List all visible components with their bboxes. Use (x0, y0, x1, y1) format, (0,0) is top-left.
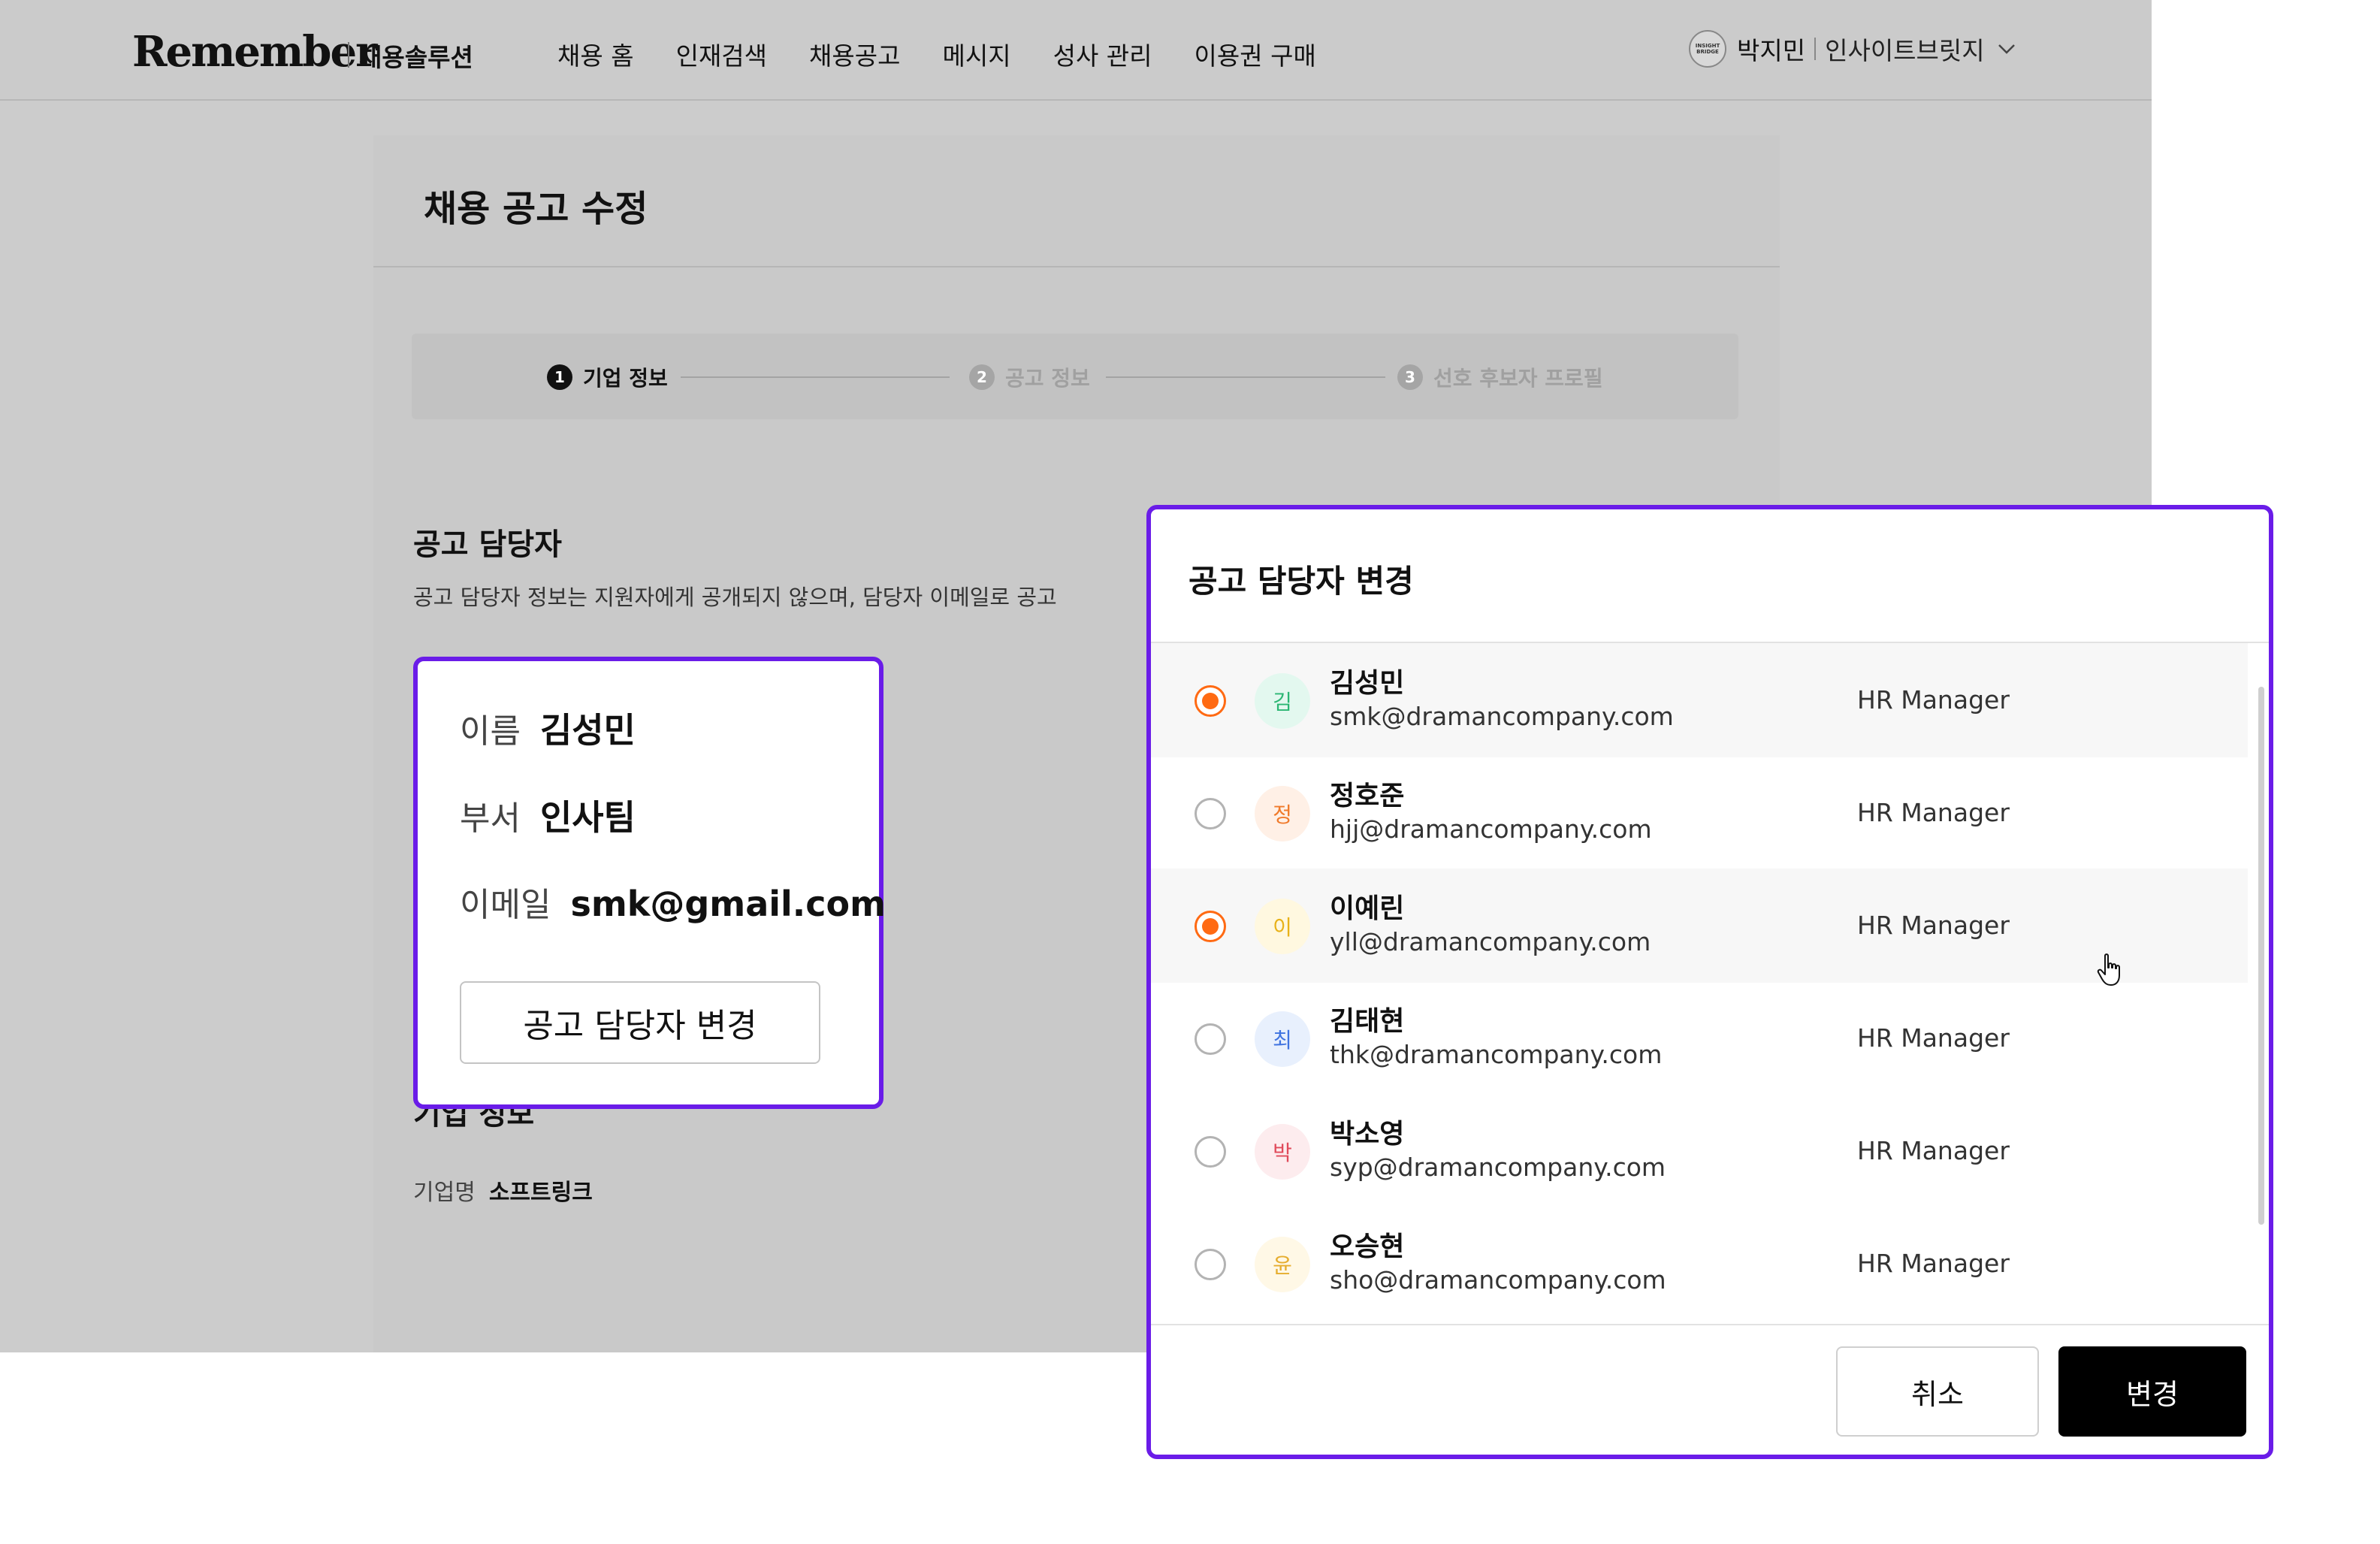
user-menu[interactable]: INSIGHT BRIDGE 박지민 인사이트브릿지 (1689, 30, 2016, 68)
top-navigation-bar: Remember 채용솔루션 채용 홈 인재검색 채용공고 메시지 성사 관리 … (0, 0, 2152, 101)
avatar: 박 (1255, 1124, 1310, 1180)
avatar: 최 (1255, 1011, 1310, 1067)
company-avatar: INSIGHT BRIDGE (1689, 30, 1726, 68)
title-divider (373, 266, 1780, 267)
name-value: 김성민 (539, 710, 636, 751)
dept-value: 인사팀 (539, 797, 636, 838)
nav-item-recruit-home[interactable]: 채용 홈 (557, 36, 634, 72)
manager-section-title: 공고 담당자 (413, 527, 562, 562)
email-value: smk@gmail.com (570, 884, 886, 924)
nav-item-talent-search[interactable]: 인재검색 (676, 36, 767, 72)
change-manager-button[interactable]: 공고 담당자 변경 (460, 981, 820, 1064)
modal-title: 공고 담당자 변경 (1188, 563, 1414, 600)
step-connector (1106, 376, 1385, 378)
step-number: 1 (547, 364, 572, 390)
person-role: HR Manager (1857, 1023, 2010, 1053)
person-email: smk@dramancompany.com (1330, 702, 1674, 731)
list-item[interactable]: 정 정호준 hjj@dramancompany.com HR Manager (1151, 756, 2248, 870)
step-preferred-profile[interactable]: 3 선호 후보자 프로필 (1397, 362, 1603, 392)
person-role: HR Manager (1857, 1249, 2010, 1278)
person-email: yll@dramancompany.com (1330, 927, 1651, 956)
user-name: 박지민 (1737, 36, 1806, 65)
confirm-change-button[interactable]: 변경 (2058, 1346, 2246, 1437)
radio-button[interactable] (1195, 798, 1226, 829)
manager-dept-row: 부서 인사팀 (460, 790, 636, 840)
company-name-value: 소프트링크 (488, 1180, 593, 1206)
list-item[interactable]: 이 이예린 yll@dramancompany.com HR Manager (1151, 869, 2248, 983)
remember-logo[interactable]: Remember (132, 27, 378, 77)
avatar: 이 (1255, 899, 1310, 954)
radio-button[interactable] (1195, 1023, 1226, 1055)
person-role: HR Manager (1857, 798, 2010, 827)
company-name-row: 기업명 소프트링크 (413, 1174, 593, 1207)
main-nav: 채용 홈 인재검색 채용공고 메시지 성사 관리 이용권 구매 (557, 36, 1316, 72)
list-item[interactable]: 최 김태현 thk@dramancompany.com HR Manager (1151, 981, 2248, 1095)
nav-item-hire-management[interactable]: 성사 관리 (1053, 36, 1152, 72)
radio-button[interactable] (1195, 685, 1226, 717)
step-number: 2 (969, 364, 995, 390)
email-label: 이메일 (460, 886, 551, 924)
person-email: sho@dramancompany.com (1330, 1265, 1666, 1295)
step-indicator: 1 기업 정보 2 공고 정보 3 선호 후보자 프로필 (412, 334, 1738, 419)
avatar: 정 (1255, 786, 1310, 841)
step-posting-info[interactable]: 2 공고 정보 (969, 362, 1090, 392)
list-item[interactable]: 김 김성민 smk@dramancompany.com HR Manager (1151, 643, 2248, 757)
step-label: 공고 정보 (1005, 366, 1090, 391)
dept-label: 부서 (460, 799, 521, 838)
user-divider (1814, 38, 1817, 60)
name-label: 이름 (460, 712, 521, 751)
manager-info-card: 이름 김성민 부서 인사팀 이메일 smk@gmail.com 공고 담당자 변… (413, 657, 886, 1109)
step-number: 3 (1397, 364, 1423, 390)
nav-item-job-postings[interactable]: 채용공고 (809, 36, 900, 72)
avatar: 김 (1255, 673, 1310, 729)
person-name: 김성민 (1330, 668, 1405, 699)
list-item[interactable]: 박 박소영 syp@dramancompany.com HR Manager (1151, 1094, 2248, 1208)
modal-footer-divider (1151, 1324, 2269, 1325)
person-email: hjj@dramancompany.com (1330, 814, 1652, 844)
person-name: 김태현 (1330, 1006, 1405, 1037)
radio-button[interactable] (1195, 1249, 1226, 1280)
page-title: 채용 공고 수정 (424, 188, 648, 230)
person-role: HR Manager (1857, 1136, 2010, 1165)
nav-item-messages[interactable]: 메시지 (942, 36, 1010, 72)
person-role: HR Manager (1857, 911, 2010, 940)
chevron-down-icon[interactable] (1997, 38, 2016, 60)
radio-button[interactable] (1195, 1136, 1226, 1168)
nav-item-purchase-pass[interactable]: 이용권 구매 (1195, 36, 1316, 72)
step-company-info[interactable]: 1 기업 정보 (547, 362, 668, 392)
step-connector (681, 376, 950, 378)
manager-email-row: 이메일 smk@gmail.com (460, 878, 886, 926)
person-name: 오승현 (1330, 1231, 1405, 1262)
manager-section-description: 공고 담당자 정보는 지원자에게 공개되지 않으며, 담당자 이메일로 공고 (413, 585, 1057, 610)
avatar: 윤 (1255, 1237, 1310, 1292)
list-item[interactable]: 윤 오승현 sho@dramancompany.com HR Manager (1151, 1207, 2248, 1306)
person-name: 정호준 (1330, 781, 1405, 811)
person-name: 박소영 (1330, 1119, 1405, 1150)
step-label: 기업 정보 (583, 366, 668, 391)
person-email: thk@dramancompany.com (1330, 1040, 1663, 1069)
person-email: syp@dramancompany.com (1330, 1153, 1666, 1182)
user-company: 인사이트브릿지 (1825, 36, 1985, 65)
hand-pointer-icon (2096, 953, 2126, 990)
cancel-button[interactable]: 취소 (1836, 1346, 2039, 1437)
company-name-label: 기업명 (413, 1180, 476, 1206)
manager-name-row: 이름 김성민 (460, 703, 636, 753)
person-name: 이예린 (1330, 893, 1405, 924)
product-name: 채용솔루션 (359, 43, 473, 72)
logo-divider (348, 42, 349, 68)
list-scrollbar[interactable] (2258, 687, 2264, 1225)
radio-button[interactable] (1195, 911, 1226, 942)
step-label: 선호 후보자 프로필 (1433, 366, 1603, 391)
person-role: HR Manager (1857, 685, 2010, 715)
